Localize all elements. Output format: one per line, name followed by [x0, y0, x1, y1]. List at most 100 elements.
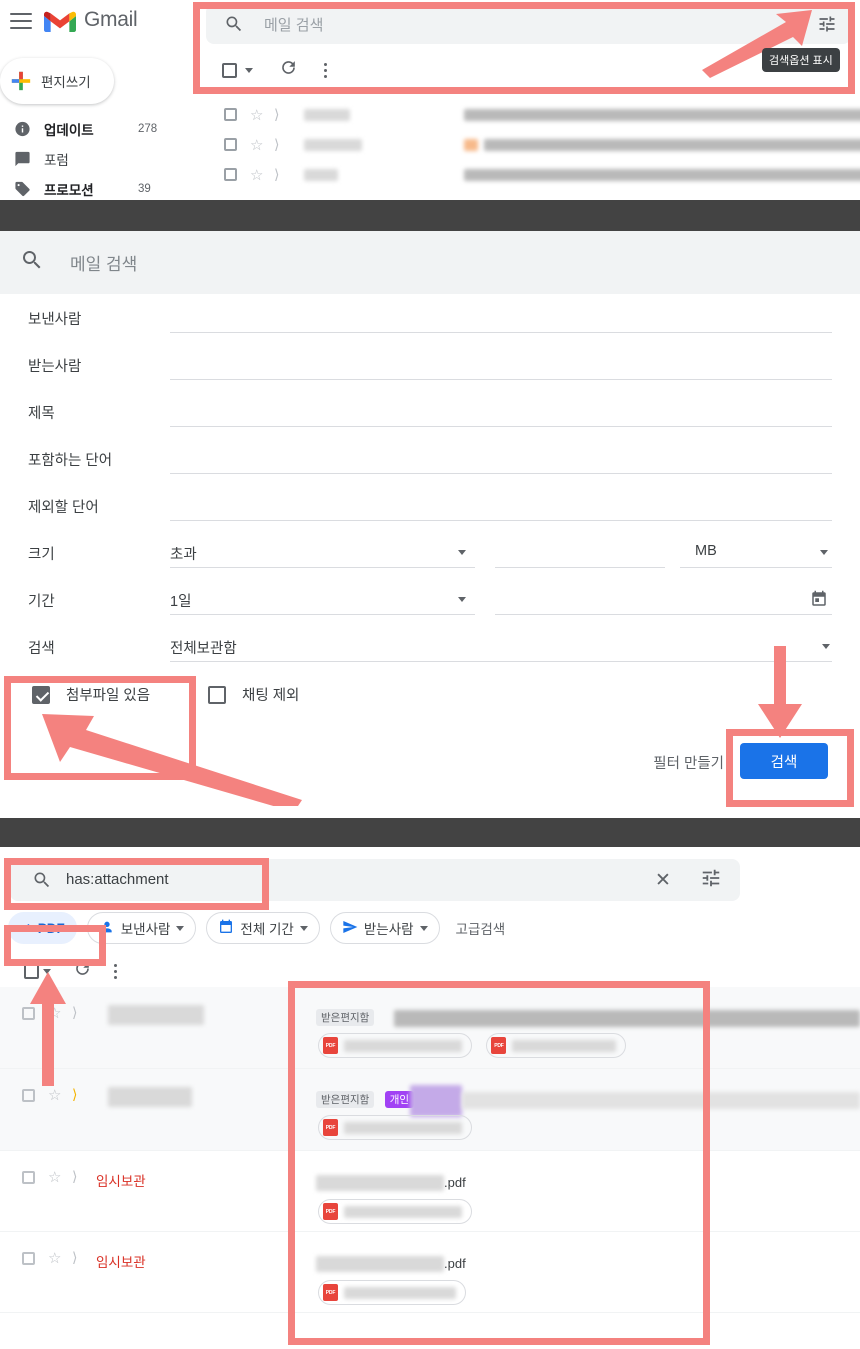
field-subject[interactable]: 제목: [0, 388, 860, 435]
calendar-icon[interactable]: [810, 590, 828, 613]
date-within-value[interactable]: 1일: [170, 590, 191, 611]
mail-label-chip[interactable]: 받은편지함: [316, 1009, 375, 1027]
attachment-chip[interactable]: PDF: [318, 1199, 472, 1224]
sidebar-item-label: 업데이트: [44, 123, 94, 138]
refresh-icon[interactable]: [73, 959, 92, 983]
row-checkbox[interactable]: [224, 108, 237, 121]
caret-down-icon: [299, 925, 308, 931]
row-checkbox[interactable]: [22, 1252, 35, 1265]
list-item[interactable]: ☆ ⟩: [206, 100, 860, 130]
important-icon[interactable]: ⟩: [72, 1086, 77, 1103]
chip-to[interactable]: 받는사람: [329, 912, 440, 944]
chip-pdf[interactable]: ✓ PDF: [8, 912, 77, 944]
tune-icon[interactable]: [700, 867, 722, 894]
select-all-checkbox[interactable]: [222, 62, 237, 78]
field-underline: [170, 520, 832, 521]
attachment-chip[interactable]: PDF: [318, 1115, 472, 1140]
table-row[interactable]: ☆ ⟩ 받은편지함 개인 PDF: [0, 1069, 860, 1151]
field-label: 크기: [28, 547, 55, 563]
subject-redacted: [316, 1256, 444, 1272]
star-icon[interactable]: ☆: [250, 106, 263, 124]
important-icon[interactable]: ⟩: [72, 1249, 77, 1266]
date-value-underline[interactable]: [495, 614, 832, 615]
attachment-chip[interactable]: PDF: [486, 1033, 627, 1058]
important-icon[interactable]: ⟩: [72, 1168, 77, 1185]
size-amount-underline[interactable]: [495, 567, 665, 568]
arrow-to-search-button: [758, 646, 802, 738]
attachment-chip[interactable]: PDF: [318, 1033, 472, 1058]
important-icon[interactable]: ⟩: [72, 1004, 77, 1021]
screenshot-root: Gmail 메일 검색 검색옵션 표시 편지쓰기 업데이트 278 포럼 프로모…: [0, 0, 860, 1349]
plus-icon: [10, 70, 32, 92]
subject-redacted: [462, 1092, 860, 1109]
hamburger-icon[interactable]: [10, 13, 32, 30]
mail-label-chip[interactable]: 받은편지함: [316, 1091, 375, 1109]
field-search-scope[interactable]: 검색 전체보관함: [0, 623, 860, 670]
search-button[interactable]: 검색: [740, 743, 828, 779]
field-date-within: 기간 1일: [0, 576, 860, 623]
subject-highlight-redacted: [410, 1085, 462, 1117]
caret-down-icon[interactable]: [245, 67, 253, 73]
pdf-icon: PDF: [323, 1203, 338, 1220]
results-search-box[interactable]: has:attachment ✕: [10, 859, 740, 901]
field-doesnt-have[interactable]: 제외할 단어: [0, 482, 860, 529]
subject-redacted: [316, 1175, 444, 1191]
size-unit-value[interactable]: MB: [695, 543, 717, 559]
search-icon: [32, 870, 52, 895]
star-icon[interactable]: ☆: [48, 1249, 61, 1267]
important-icon[interactable]: ⟩: [274, 136, 279, 153]
field-from[interactable]: 보낸사람: [0, 294, 860, 341]
size-operator-value[interactable]: 초과: [170, 543, 197, 564]
close-icon[interactable]: ✕: [655, 869, 671, 892]
sidebar-item-count: 39: [138, 183, 151, 195]
field-has-words[interactable]: 포함하는 단어: [0, 435, 860, 482]
pdf-icon: PDF: [323, 1037, 338, 1054]
send-icon: [342, 919, 358, 938]
arrow-to-pdf-chip: [30, 972, 66, 1086]
sender-redacted: [108, 1005, 204, 1025]
row-checkbox[interactable]: [22, 1171, 35, 1184]
search-icon: [20, 248, 44, 277]
results-search-value: has:attachment: [66, 871, 169, 888]
date-within-caret-icon[interactable]: [458, 597, 466, 602]
important-icon[interactable]: ⟩: [274, 106, 279, 123]
refresh-icon[interactable]: [279, 58, 298, 82]
more-vertical-icon[interactable]: [324, 62, 327, 78]
size-operator-caret-icon[interactable]: [458, 550, 466, 555]
advanced-search-link[interactable]: 고급검색: [456, 918, 506, 938]
calendar-icon: [218, 919, 234, 938]
pdf-icon: PDF: [491, 1037, 507, 1054]
sidebar-item-forums[interactable]: 포럼: [0, 144, 200, 174]
top-search-placeholder: 메일 검색: [264, 17, 324, 34]
compose-button[interactable]: 편지쓰기: [0, 58, 114, 104]
attachment-chip[interactable]: PDF: [318, 1280, 466, 1305]
star-icon[interactable]: ☆: [48, 1168, 61, 1186]
field-label: 제외할 단어: [28, 500, 99, 516]
scope-value: 전체보관함: [170, 641, 237, 657]
star-icon[interactable]: ☆: [250, 136, 263, 154]
create-filter-link[interactable]: 필터 만들기: [653, 752, 724, 773]
chip-date-range[interactable]: 전체 기간: [206, 912, 320, 944]
sidebar-item-label: 프로모션: [44, 183, 94, 198]
scope-caret-icon[interactable]: [822, 644, 830, 649]
table-row[interactable]: ☆ ⟩ 임시보관 .pdf PDF: [0, 1151, 860, 1232]
row-checkbox[interactable]: [224, 138, 237, 151]
list-item[interactable]: ☆ ⟩: [206, 160, 860, 190]
table-row[interactable]: ☆ ⟩ 임시보관 .pdf PDF: [0, 1232, 860, 1313]
more-vertical-icon[interactable]: [114, 963, 117, 979]
sidebar-item-updates[interactable]: 업데이트 278: [0, 114, 200, 144]
chip-from[interactable]: 보낸사람: [86, 912, 197, 944]
star-icon[interactable]: ☆: [250, 166, 263, 184]
table-row[interactable]: ☆ ⟩ 받은편지함 PDF PDF: [0, 987, 860, 1069]
caret-down-icon: [419, 925, 428, 931]
row-checkbox[interactable]: [22, 1089, 35, 1102]
field-to[interactable]: 받는사람: [0, 341, 860, 388]
chip-label: 받는사람: [363, 922, 414, 937]
list-item[interactable]: ☆ ⟩: [206, 130, 860, 160]
results-section: has:attachment ✕ ✓ PDF 보낸사람 전체 기간 받는사람 고…: [0, 847, 860, 1349]
row-checkbox[interactable]: [224, 168, 237, 181]
advanced-panel-header[interactable]: 메일 검색: [0, 231, 860, 294]
size-unit-caret-icon[interactable]: [820, 550, 828, 555]
important-icon[interactable]: ⟩: [274, 166, 279, 183]
attachment-name-redacted: [512, 1039, 617, 1052]
